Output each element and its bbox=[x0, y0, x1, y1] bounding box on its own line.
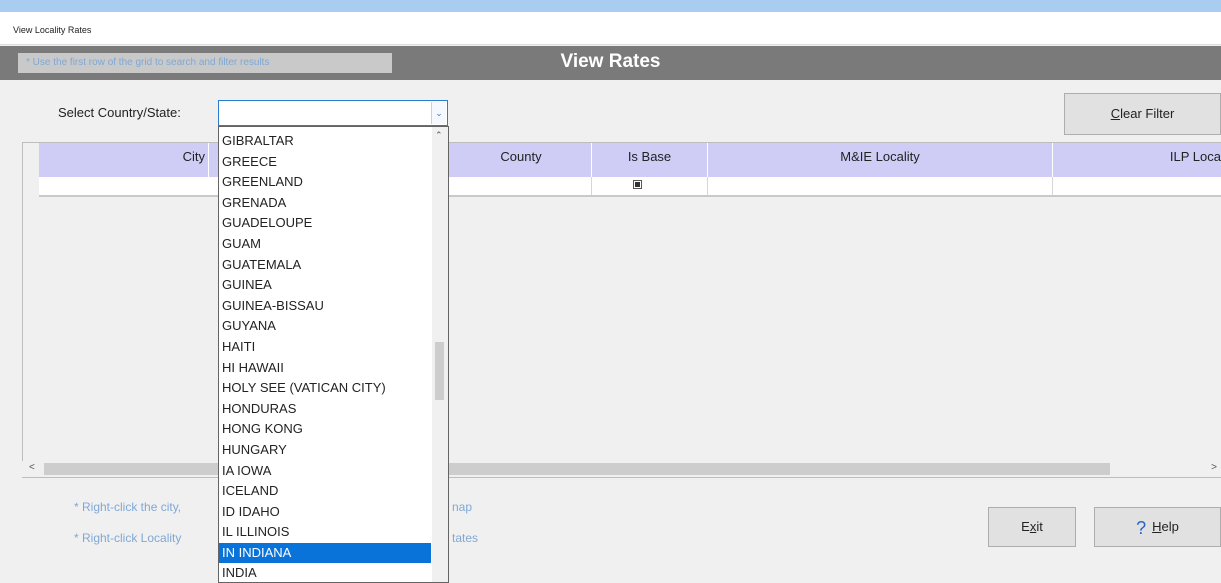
dropdown-option[interactable]: GUAM bbox=[219, 234, 431, 255]
note-right-click-locality-end: tates bbox=[452, 531, 479, 545]
dropdown-option[interactable]: GRENADA bbox=[219, 193, 431, 214]
is-base-filter-checkbox[interactable] bbox=[633, 180, 642, 189]
dropdown-option[interactable]: GREENLAND bbox=[219, 172, 431, 193]
filter-cell-is-base[interactable] bbox=[592, 177, 708, 195]
clear-filter-button[interactable]: Clear Filter bbox=[1064, 93, 1221, 135]
help-button[interactable]: ? Help bbox=[1094, 507, 1221, 547]
dropdown-option[interactable]: IN INDIANA bbox=[219, 542, 431, 564]
note-right-click-locality: * Right-click Locality bbox=[74, 531, 182, 545]
rates-grid[interactable]: City County Is Base M&IE Locality ILP Lo… bbox=[22, 142, 1221, 478]
dropdown-option[interactable]: INDIA bbox=[219, 563, 431, 582]
exit-label: Exit bbox=[1021, 519, 1043, 534]
country-state-label: Select Country/State: bbox=[58, 105, 181, 120]
note-right-click-city-end: nap bbox=[452, 500, 473, 514]
dropdown-option[interactable]: HUNGARY bbox=[219, 440, 431, 461]
dropdown-option[interactable]: IL ILLINOIS bbox=[219, 522, 431, 543]
column-header-ilp-locality[interactable]: ILP Loca bbox=[1053, 143, 1221, 177]
scroll-up-icon[interactable]: ⌃ bbox=[435, 130, 443, 141]
column-header-city[interactable]: City bbox=[39, 143, 209, 177]
dropdown-option[interactable]: GUYANA bbox=[219, 316, 431, 337]
window-title: View Locality Rates bbox=[13, 25, 92, 35]
country-state-dropdown[interactable]: GIBRALTAR GREECE GREENLAND GRENADA GUADELOUP… bbox=[218, 126, 449, 583]
dropdown-option[interactable]: GREECE bbox=[219, 152, 431, 173]
scroll-thumb[interactable] bbox=[44, 463, 1110, 475]
dropdown-option[interactable]: HOLY SEE (VATICAN CITY) bbox=[219, 378, 431, 399]
dropdown-option[interactable]: GUINEA-BISSAU bbox=[219, 296, 431, 317]
column-header-county[interactable]: County bbox=[451, 143, 592, 177]
country-state-select[interactable]: ⌄ bbox=[218, 100, 448, 126]
dropdown-option[interactable]: GIBRALTAR bbox=[219, 131, 431, 152]
chevron-down-icon[interactable]: ⌄ bbox=[431, 102, 446, 124]
filter-cell-county[interactable] bbox=[451, 177, 592, 195]
clear-filter-label: Clear Filter bbox=[1110, 106, 1175, 121]
header-bar: * Use the first row of the grid to searc… bbox=[0, 46, 1221, 80]
dropdown-option[interactable]: IA IOWA bbox=[219, 461, 431, 482]
filter-row[interactable] bbox=[39, 177, 1221, 197]
dropdown-option[interactable]: HONDURAS bbox=[219, 399, 431, 420]
dropdown-option[interactable]: GUADELOUPE bbox=[219, 213, 431, 234]
exit-button[interactable]: Exit bbox=[988, 507, 1076, 547]
grid-header: City County Is Base M&IE Locality ILP Lo… bbox=[39, 143, 1221, 177]
dropdown-option[interactable]: ID IDAHO bbox=[219, 502, 431, 523]
dropdown-option[interactable]: GUINEA bbox=[219, 275, 431, 296]
horizontal-scrollbar[interactable]: < > bbox=[22, 461, 1221, 477]
top-strip bbox=[0, 0, 1221, 12]
scroll-left-icon[interactable]: < bbox=[29, 462, 35, 473]
dropdown-scroll-thumb[interactable] bbox=[435, 342, 444, 400]
help-icon: ? bbox=[1136, 517, 1147, 538]
dropdown-option[interactable]: HAITI bbox=[219, 337, 431, 358]
column-header-mie-locality[interactable]: M&IE Locality bbox=[708, 143, 1053, 177]
dropdown-scrollbar[interactable]: ⌃ bbox=[432, 127, 448, 582]
column-header-is-base[interactable]: Is Base bbox=[592, 143, 708, 177]
dropdown-list[interactable]: GIBRALTAR GREECE GREENLAND GRENADA GUADELOUP… bbox=[219, 131, 431, 582]
dropdown-option[interactable]: ICELAND bbox=[219, 481, 431, 502]
help-label: Help bbox=[1152, 519, 1179, 534]
scroll-right-icon[interactable]: > bbox=[1211, 462, 1217, 473]
window-titlebar: View Locality Rates bbox=[0, 12, 1221, 45]
dropdown-option[interactable]: GUATEMALA bbox=[219, 255, 431, 276]
note-right-click-city: * Right-click the city, bbox=[74, 500, 182, 514]
filter-cell-mie-locality[interactable] bbox=[708, 177, 1053, 195]
page-title: View Rates bbox=[560, 51, 661, 72]
dropdown-option[interactable]: HONG KONG bbox=[219, 419, 431, 440]
dropdown-option[interactable]: HI HAWAII bbox=[219, 358, 431, 379]
